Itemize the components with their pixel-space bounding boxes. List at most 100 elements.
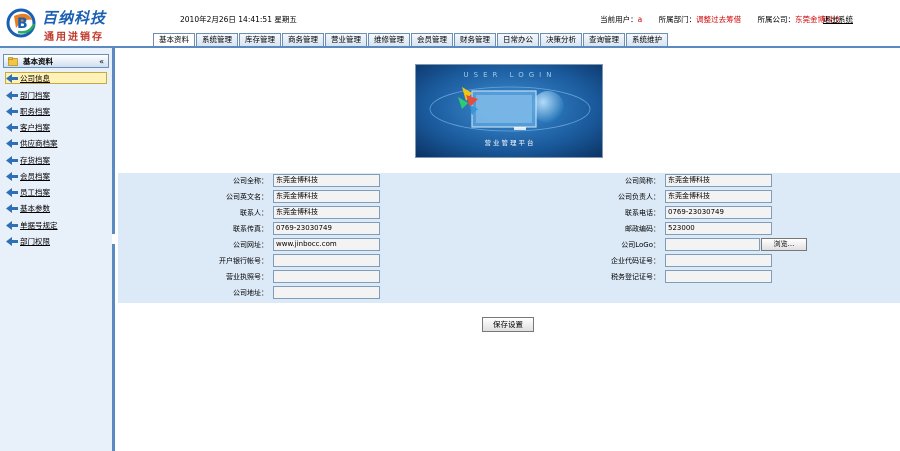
sidebar-item-label: 会员档案 — [20, 171, 50, 181]
company-english-name-input[interactable]: 东莞金博科技 — [273, 190, 380, 203]
postal-code-label: 邮政编码： — [625, 225, 660, 233]
sidebar-item-departments[interactable]: 部门档案 — [6, 89, 50, 101]
tab-system-management[interactable]: 系统管理 — [196, 33, 238, 47]
arrow-bullet-icon — [6, 138, 18, 148]
tab-finance-management[interactable]: 财务管理 — [454, 33, 496, 47]
sidebar-item-members[interactable]: 会员档案 — [6, 170, 50, 182]
tab-decision-analysis[interactable]: 决策分析 — [540, 33, 582, 47]
company-full-name-input[interactable]: 东莞金博科技 — [273, 174, 380, 187]
main-tabs: 基本资料 系统管理 库存管理 商务管理 营业管理 维修管理 会员管理 财务管理 … — [153, 33, 669, 47]
arrow-bullet-icon — [6, 236, 18, 246]
sidebar-header[interactable]: 基本资料 « — [3, 54, 109, 68]
login-banner-image: USER LOGIN 营业管理平台 — [415, 64, 603, 158]
current-user-value: a — [637, 15, 643, 24]
enterprise-code-input[interactable] — [665, 254, 772, 267]
company-short-name-input[interactable]: 东莞金博科技 — [665, 174, 772, 187]
arrow-bullet-icon — [6, 187, 18, 197]
sidebar-item-label: 供应商档案 — [20, 138, 58, 148]
contact-phone-label: 联系电话： — [625, 209, 660, 217]
company-english-name-label: 公司英文名： — [226, 193, 268, 201]
banner-top-text: USER LOGIN — [463, 71, 557, 79]
tax-registration-input[interactable] — [665, 270, 772, 283]
tab-inventory-management[interactable]: 库存管理 — [239, 33, 281, 47]
svg-text:B: B — [17, 16, 28, 32]
business-license-input[interactable] — [273, 270, 380, 283]
brand-subtitle: 通用进销存 — [44, 32, 104, 43]
arrow-bullet-icon — [6, 220, 18, 230]
tab-member-management[interactable]: 会员管理 — [411, 33, 453, 47]
sidebar-item-label: 单据号规定 — [20, 220, 58, 230]
browse-button[interactable]: 浏览... — [761, 238, 807, 251]
sidebar-item-basic-params[interactable]: 基本参数 — [6, 202, 50, 214]
sidebar-item-company-info[interactable]: 公司信息 — [5, 72, 107, 84]
department-label: 所属部门： — [658, 15, 697, 24]
tab-sales-management[interactable]: 营业管理 — [325, 33, 367, 47]
save-settings-button[interactable]: 保存设置 — [482, 317, 534, 332]
sidebar-item-stock[interactable]: 存货档案 — [6, 154, 50, 166]
enterprise-code-label: 企业代码证号： — [611, 257, 660, 265]
banner-caption: 营业管理平台 — [484, 139, 536, 147]
contact-person-input[interactable]: 东莞金博科技 — [273, 206, 380, 219]
brand-name: 百纳科技 — [42, 9, 107, 27]
sidebar-title: 基本资料 — [23, 57, 53, 66]
sidebar-toggle-handle[interactable] — [112, 234, 115, 244]
logout-link[interactable]: 退出系统 — [823, 14, 853, 25]
sidebar: 基本资料 « 公司信息 部门档案 职务档案 客户档案 供应商档案 存货档案 会员… — [0, 48, 115, 451]
sidebar-item-label: 部门档案 — [20, 90, 50, 100]
tab-basic-info[interactable]: 基本资料 — [153, 33, 195, 47]
arrow-bullet-icon — [6, 203, 18, 213]
contact-person-label: 联系人： — [240, 209, 268, 217]
sidebar-item-label: 公司信息 — [20, 73, 50, 83]
sidebar-item-label: 基本参数 — [20, 203, 50, 213]
postal-code-input[interactable]: 523000 — [665, 222, 772, 235]
business-license-label: 营业执照号： — [226, 273, 268, 281]
contact-fax-input[interactable]: 0769-23030749 — [273, 222, 380, 235]
logo: B 百纳科技 通用进销存 — [6, 4, 116, 44]
tab-repair-management[interactable]: 维修管理 — [368, 33, 410, 47]
tab-daily-office[interactable]: 日常办公 — [497, 33, 539, 47]
sidebar-item-suppliers[interactable]: 供应商档案 — [6, 137, 58, 149]
company-label: 所属公司： — [757, 15, 796, 24]
arrow-bullet-icon — [6, 106, 18, 116]
sidebar-item-label: 部门权限 — [20, 236, 50, 246]
header: B 百纳科技 通用进销存 2010年2月26日 14:41:51 星期五 当前用… — [0, 0, 900, 47]
sidebar-item-customers[interactable]: 客户档案 — [6, 121, 50, 133]
sidebar-item-label: 职务档案 — [20, 106, 50, 116]
department-value: 调整过去筹借 — [696, 15, 742, 24]
bank-account-input[interactable] — [273, 254, 380, 267]
current-datetime: 2010年2月26日 14:41:51 星期五 — [180, 15, 297, 24]
contact-phone-input[interactable]: 0769-23030749 — [665, 206, 772, 219]
company-info-form: 公司全称： 东莞金博科技 公司英文名： 东莞金博科技 联系人： 东莞金博科技 联… — [118, 173, 900, 303]
app-window: B 百纳科技 通用进销存 2010年2月26日 14:41:51 星期五 当前用… — [0, 0, 900, 451]
company-website-input[interactable]: www.jinbocc.com — [273, 238, 380, 251]
company-full-name-label: 公司全称： — [233, 177, 268, 185]
arrow-bullet-icon — [6, 155, 18, 165]
sidebar-item-document-numbers[interactable]: 单据号规定 — [6, 219, 58, 231]
folder-icon — [8, 57, 18, 66]
main-content: USER LOGIN 营业管理平台 公司全称： 东莞金博科技 公司英文名： 东莞… — [118, 48, 900, 451]
arrow-bullet-icon — [6, 122, 18, 132]
arrow-bullet-icon — [6, 73, 18, 83]
company-short-name-label: 公司简称： — [625, 177, 660, 185]
company-website-label: 公司网址： — [233, 241, 268, 249]
current-user-label: 当前用户： — [600, 15, 638, 24]
collapse-icon[interactable]: « — [99, 56, 104, 67]
arrow-bullet-icon — [6, 90, 18, 100]
sidebar-item-label: 员工档案 — [20, 187, 50, 197]
sidebar-item-label: 客户档案 — [20, 122, 50, 132]
sidebar-item-department-permissions[interactable]: 部门权限 — [6, 235, 50, 247]
sidebar-item-employees[interactable]: 员工档案 — [6, 186, 50, 198]
tab-query-management[interactable]: 查询管理 — [583, 33, 625, 47]
company-logo-file-input[interactable] — [665, 238, 760, 251]
company-address-label: 公司地址： — [233, 289, 268, 297]
company-head-input[interactable]: 东莞金博科技 — [665, 190, 772, 203]
company-logo-label: 公司LoGo： — [621, 241, 660, 249]
tab-business-management[interactable]: 商务管理 — [282, 33, 324, 47]
bank-account-label: 开户银行帐号： — [219, 257, 268, 265]
sidebar-item-label: 存货档案 — [20, 155, 50, 165]
sidebar-item-positions[interactable]: 职务档案 — [6, 105, 50, 117]
company-address-input[interactable] — [273, 286, 380, 299]
tab-system-maintenance[interactable]: 系统维护 — [626, 33, 668, 47]
contact-fax-label: 联系传真： — [233, 225, 268, 233]
arrow-bullet-icon — [6, 171, 18, 181]
